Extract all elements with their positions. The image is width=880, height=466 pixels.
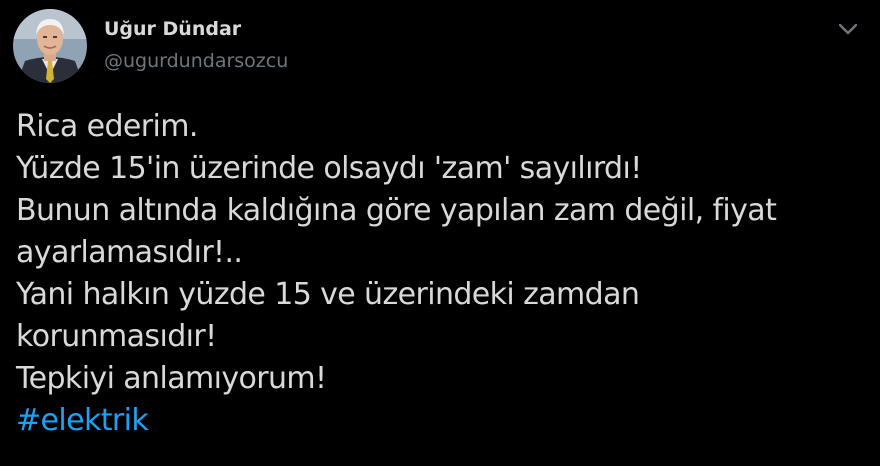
tweet-line: korunmasıdır! xyxy=(16,319,217,354)
tweet-card: Uğur Dündar @ugurdundarsozcu Rica ederim… xyxy=(0,0,880,466)
tweet-text: Rica ederim. Yüzde 15'in üzerinde olsayd… xyxy=(16,106,872,442)
tweet-line: ayarlamasıdır!.. xyxy=(16,235,243,270)
author-handle[interactable]: @ugurdundarsozcu xyxy=(104,50,288,72)
author-name[interactable]: Uğur Dündar xyxy=(104,18,241,40)
hashtag-link[interactable]: #elektrik xyxy=(16,400,872,442)
tweet-line: Bunun altında kaldığına göre yapılan zam… xyxy=(16,193,777,228)
tweet-line: Rica ederim. xyxy=(16,109,198,144)
tweet-menu-button[interactable] xyxy=(833,17,863,41)
profile-photo-icon xyxy=(13,9,87,83)
chevron-down-icon xyxy=(838,23,858,35)
tweet-line: Yani halkın yüzde 15 ve üzerindeki zamda… xyxy=(16,277,640,312)
tweet-line: Tepkiyi anlamıyorum! xyxy=(16,361,327,396)
avatar[interactable] xyxy=(13,9,87,83)
tweet-line: Yüzde 15'in üzerinde olsaydı 'zam' sayıl… xyxy=(16,151,642,186)
